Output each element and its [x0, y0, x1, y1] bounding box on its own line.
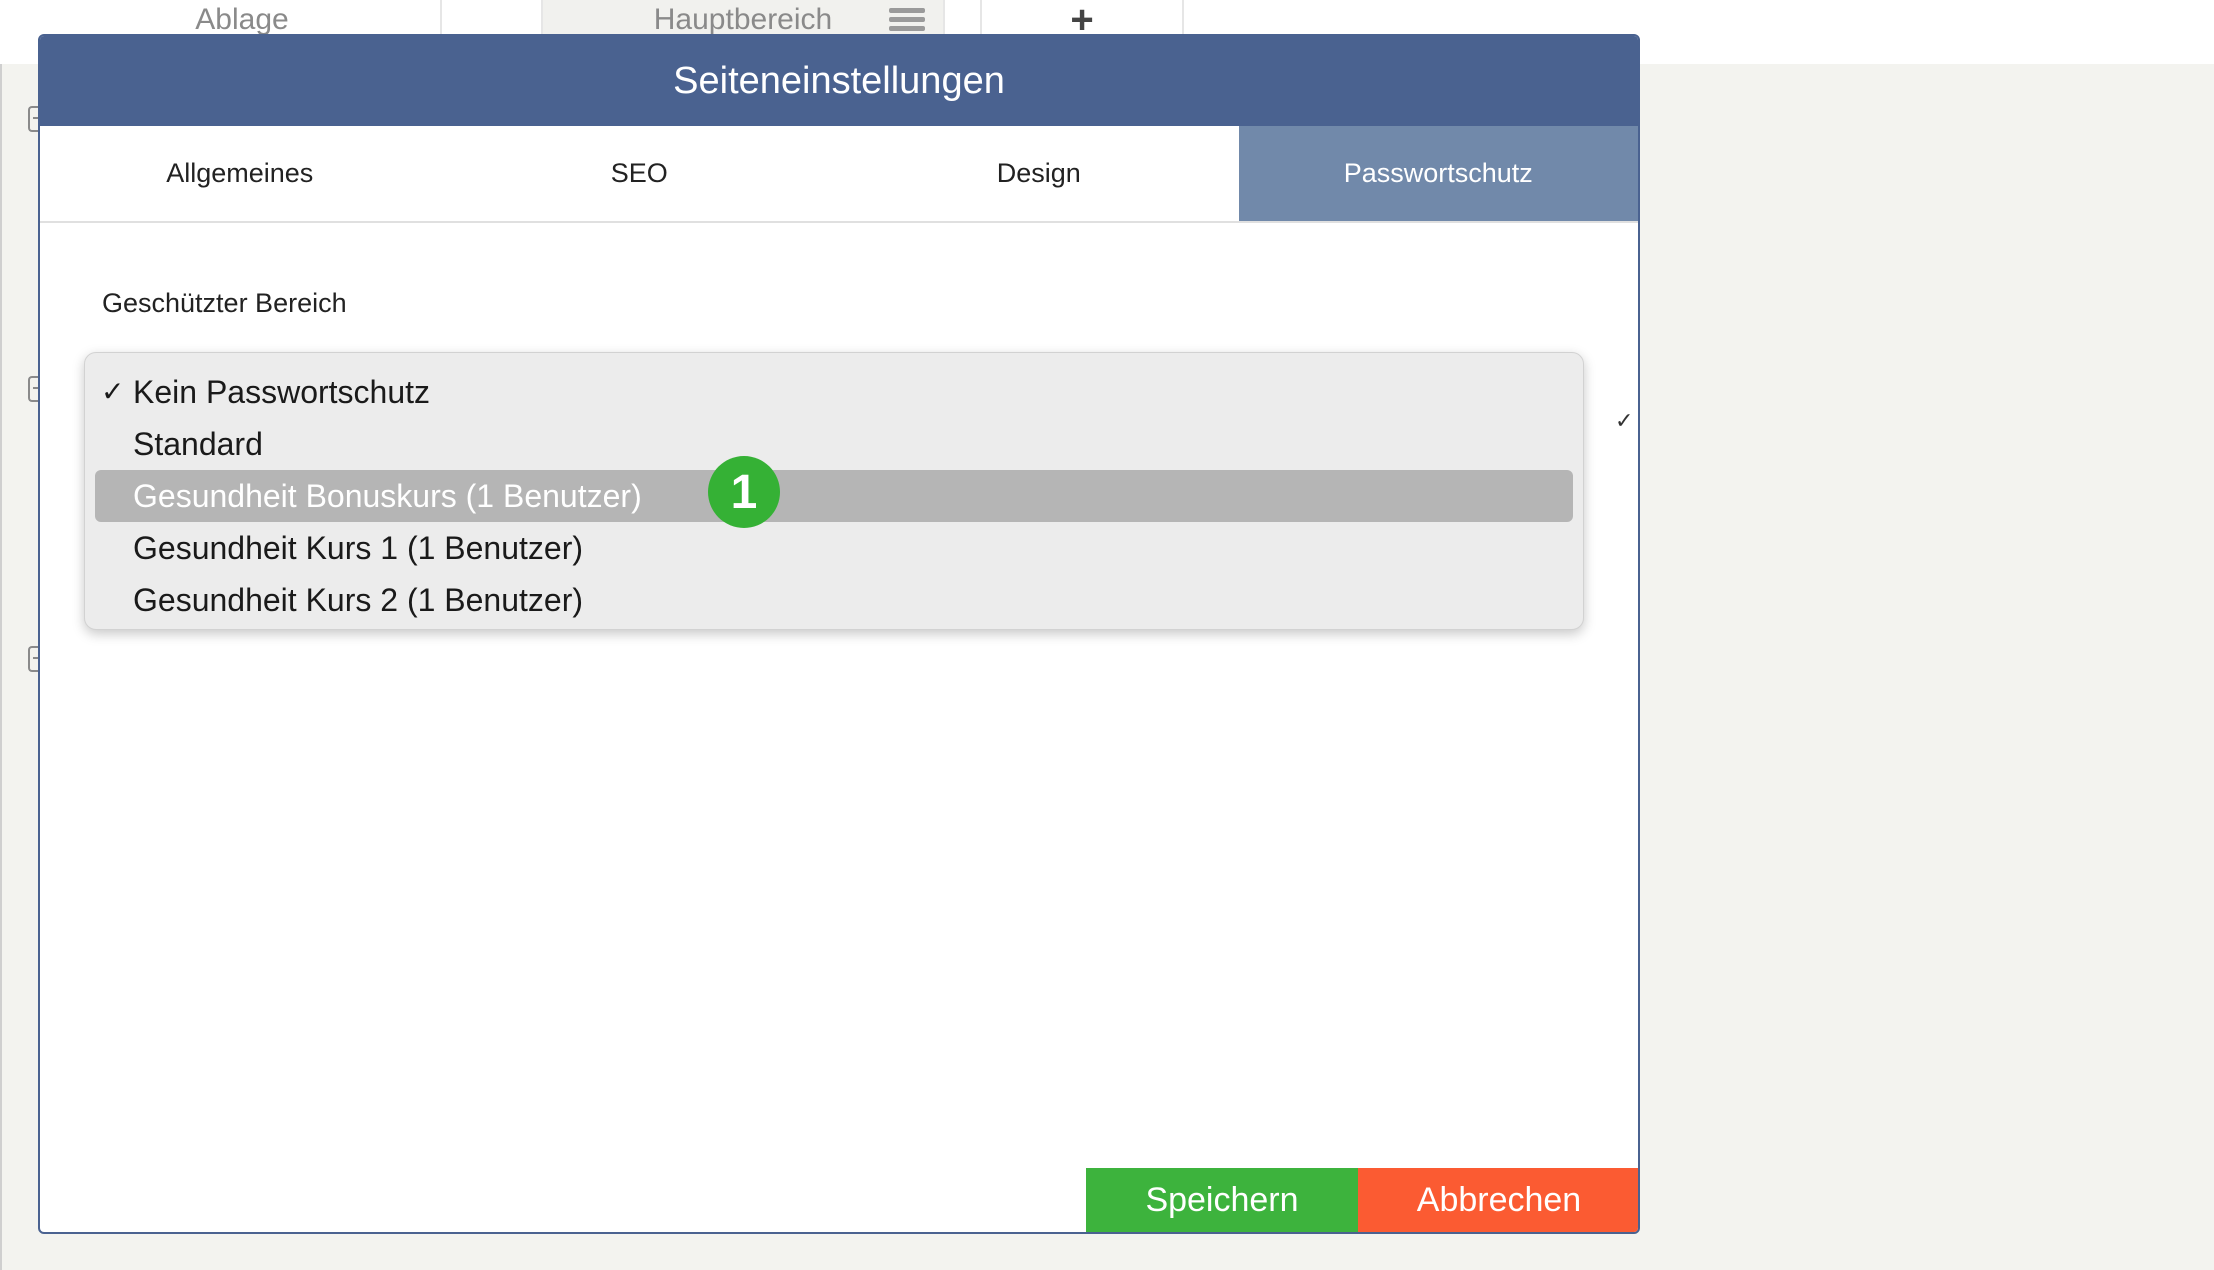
option-label: Gesundheit Kurs 1 (1 Benutzer): [133, 529, 584, 566]
option-kein-passwortschutz[interactable]: ✓ Kein Passwortschutz: [95, 366, 1573, 418]
save-button[interactable]: Speichern: [1086, 1168, 1358, 1232]
checkmark-icon: ✓: [101, 376, 125, 407]
tab-allgemeines[interactable]: Allgemeines: [40, 126, 440, 221]
option-gesundheit-kurs-2[interactable]: Gesundheit Kurs 2 (1 Benutzer): [95, 574, 1573, 626]
tab-seo[interactable]: SEO: [439, 126, 839, 221]
tab-ablage-label: Ablage: [195, 3, 289, 36]
step-badge: 1: [708, 456, 780, 528]
settings-tabs: Allgemeines SEO Design Passwortschutz: [40, 126, 1638, 223]
page-settings-dialog: Seiteneinstellungen Allgemeines SEO Desi…: [38, 34, 1640, 1234]
tab-design[interactable]: Design: [839, 126, 1239, 221]
left-rail: [0, 64, 2, 1270]
option-gesundheit-kurs-1[interactable]: Gesundheit Kurs 1 (1 Benutzer): [95, 522, 1573, 574]
cancel-button[interactable]: Abbrechen: [1358, 1168, 1638, 1232]
tab-hauptbereich-label: Hauptbereich: [653, 3, 833, 36]
menu-icon[interactable]: [889, 8, 925, 31]
option-label: Gesundheit Kurs 2 (1 Benutzer): [133, 581, 584, 618]
protected-area-dropdown[interactable]: ✓ Kein Passwortschutz Standard Gesundhei…: [84, 352, 1584, 630]
option-gesundheit-bonuskurs[interactable]: Gesundheit Bonuskurs (1 Benutzer): [95, 470, 1573, 522]
option-standard[interactable]: Standard: [95, 418, 1573, 470]
option-label: Gesundheit Bonuskurs (1 Benutzer): [133, 477, 642, 514]
protected-area-label: Geschützter Bereich: [102, 288, 347, 318]
option-label: Kein Passwortschutz: [133, 373, 431, 410]
tab-passwortschutz[interactable]: Passwortschutz: [1238, 126, 1638, 221]
option-label: Standard: [133, 425, 263, 462]
dialog-title: Seiteneinstellungen: [40, 36, 1638, 126]
chevron-down-icon[interactable]: ✓: [1615, 408, 1633, 434]
